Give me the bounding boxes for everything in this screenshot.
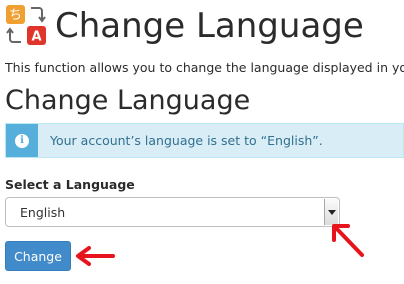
language-icon-glyph-bottom: A [31, 30, 41, 45]
change-button[interactable]: Change [5, 241, 71, 271]
annotation-arrow-dropdown [332, 224, 364, 257]
info-alert: i Your account’s language is set to “Eng… [5, 123, 404, 158]
language-select-value: English [20, 205, 66, 220]
info-icon: i [15, 133, 29, 148]
alert-text: Your account’s language is set to “Engli… [50, 133, 323, 148]
chevron-down-icon[interactable] [324, 199, 338, 225]
section-title: Change Language [5, 85, 251, 116]
info-icon-cell: i [6, 124, 38, 157]
language-select[interactable]: English [5, 197, 340, 227]
page-description: This function allows you to change the l… [5, 60, 404, 75]
language-icon: ち A [6, 5, 46, 45]
language-select-label: Select a Language [5, 177, 135, 192]
language-icon-glyph-top: ち [9, 8, 22, 23]
annotation-arrow-button [76, 246, 115, 266]
page-title: Change Language [55, 6, 364, 46]
